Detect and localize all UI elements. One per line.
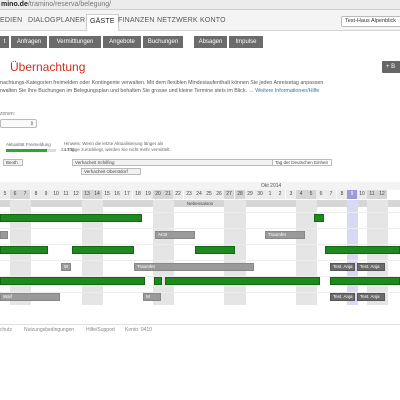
zone-label: zonen: xyxy=(0,111,16,117)
day-cell: 27 xyxy=(224,190,235,199)
top-navigation: EDIEN DIALOG PLANER GÄSTE FINANZEN NETZW… xyxy=(0,10,400,31)
tab-impulse[interactable]: Impulse xyxy=(229,36,263,48)
address-bar[interactable]: mino.de/tramino/reserva/belegung/ xyxy=(0,0,400,10)
freshness-hint-2: 14 Tage zurückliegt, werden Sie nicht me… xyxy=(64,147,171,152)
zone-select[interactable]: ⇕ xyxy=(0,119,37,128)
footer-link-terms[interactable]: Nutzungsbedingungen xyxy=(24,327,74,333)
nav-item-finanzen[interactable]: FINANZEN xyxy=(118,17,155,24)
help-link[interactable]: → Weitere Informationen/Hilfe xyxy=(248,88,319,94)
nav-item-netzwerk[interactable]: NETZWERK xyxy=(157,17,198,24)
booking-bar[interactable] xyxy=(0,231,8,239)
tab-vermittlungen[interactable]: Vermittlungen xyxy=(49,36,101,48)
holiday-bar[interactable]: Beoth xyxy=(3,159,23,166)
booking-bar[interactable] xyxy=(72,246,134,254)
tab-angebote[interactable]: Angebote xyxy=(103,36,141,48)
day-cell: 7 xyxy=(326,190,337,199)
page-description: nachtungs-Kategorien freimelden oder Kon… xyxy=(0,80,324,86)
nav-item-gaeste[interactable]: GÄSTE xyxy=(86,14,119,31)
footer: chutz Nutzungsbedingungen Hilfe/Support … xyxy=(0,324,400,334)
footer-link-help[interactable]: Hilfe/Support xyxy=(86,327,115,333)
day-cell: 7 xyxy=(20,190,31,199)
booking-bar[interactable] xyxy=(0,277,145,285)
footer-link-privacy[interactable]: chutz xyxy=(0,327,12,333)
tab-gaeste-overview[interactable]: t xyxy=(0,36,9,48)
tab-anfragen[interactable]: Anfragen xyxy=(11,36,47,48)
nav-item-dialog[interactable]: DIALOG xyxy=(28,17,56,24)
freshness-label: Aktualität Freimeldung xyxy=(6,142,51,147)
booking-bar[interactable]: Test. Anja xyxy=(357,293,385,301)
month-header: Okt 2014 xyxy=(0,182,400,190)
holiday-bar[interactable]: Tag der Deutschen Einheit xyxy=(272,159,332,166)
booking-bar[interactable] xyxy=(195,246,235,254)
day-cell: 22 xyxy=(173,190,184,199)
sub-navigation: t Anfragen Vermittlungen Angebote Buchun… xyxy=(0,36,400,48)
footer-account: Konto: 9410 xyxy=(125,327,152,333)
chevron-updown-icon: ⇕ xyxy=(29,121,34,127)
day-cell: 12 xyxy=(377,190,388,199)
page-description-2: rwalten Sie Ihre Buchungen im Belegungsp… xyxy=(0,88,320,94)
tab-absagen[interactable]: Absagen xyxy=(194,36,227,48)
booking-bar[interactable] xyxy=(0,214,142,222)
booking-bar[interactable]: M xyxy=(143,293,161,301)
booking-bar[interactable] xyxy=(330,277,400,285)
add-booking-button[interactable]: + B xyxy=(382,61,400,73)
booking-bar[interactable] xyxy=(154,277,162,285)
address-url: mino.de/tramino/reserva/belegung/ xyxy=(1,1,112,8)
day-column xyxy=(235,200,246,305)
nav-item-konto[interactable]: KONTO xyxy=(200,17,226,24)
day-cell: 12 xyxy=(71,190,82,199)
booking-bar[interactable] xyxy=(0,246,48,254)
booking-bar[interactable]: Test. Anja xyxy=(330,263,355,271)
booking-bar[interactable]: Test. Anja xyxy=(357,263,385,271)
booking-bar[interactable]: Traumfer xyxy=(134,263,254,271)
nav-item-medien[interactable]: EDIEN xyxy=(0,17,22,24)
booking-bar[interactable] xyxy=(165,277,320,285)
booking-bar[interactable] xyxy=(314,214,324,222)
booking-bar[interactable]: W xyxy=(61,263,71,271)
day-cell: 2 xyxy=(275,190,286,199)
grid-row-line xyxy=(0,212,400,213)
page-title: Übernachtung xyxy=(10,60,86,74)
grid-row-line xyxy=(0,228,400,229)
season-banner: Nebensaison xyxy=(0,200,400,207)
tab-buchungen[interactable]: Buchungen xyxy=(143,36,183,48)
booking-bar[interactable]: Traumfer xyxy=(265,231,305,239)
holiday-bar[interactable]: Verhacheit Oberstdorf xyxy=(81,168,141,175)
day-column xyxy=(163,200,174,305)
booking-bar[interactable]: ACB xyxy=(155,231,195,239)
nav-item-planer[interactable]: PLANER xyxy=(56,17,85,24)
booking-bar[interactable] xyxy=(325,246,400,254)
day-header: 5 6 7 8 9 10 11 12 13 14 15 16 17 18 19 20 21 22 23 24 25 26 2… xyxy=(0,190,400,199)
grid-row-line xyxy=(0,244,400,245)
freshness-hint: Hinweis: Wenn die letzte Aktualisierung … xyxy=(64,141,164,146)
month-label: Okt 2014 xyxy=(261,183,282,189)
grid-row-line xyxy=(0,260,400,261)
freshness-progress xyxy=(6,149,56,152)
holiday-row: Beoth Verhacheit Schilfing Verhacheit Ob… xyxy=(0,157,400,179)
booking-bar[interactable]: Test. Anja xyxy=(330,293,355,301)
occupancy-grid: Nebensaison ACB Traumfer W Traumfer Test. An… xyxy=(0,200,400,305)
property-switch-button[interactable]: Test-Haus Alpenblick xyxy=(341,16,400,27)
day-cell: 17 xyxy=(122,190,133,199)
booking-bar[interactable]: Waif xyxy=(0,293,60,301)
